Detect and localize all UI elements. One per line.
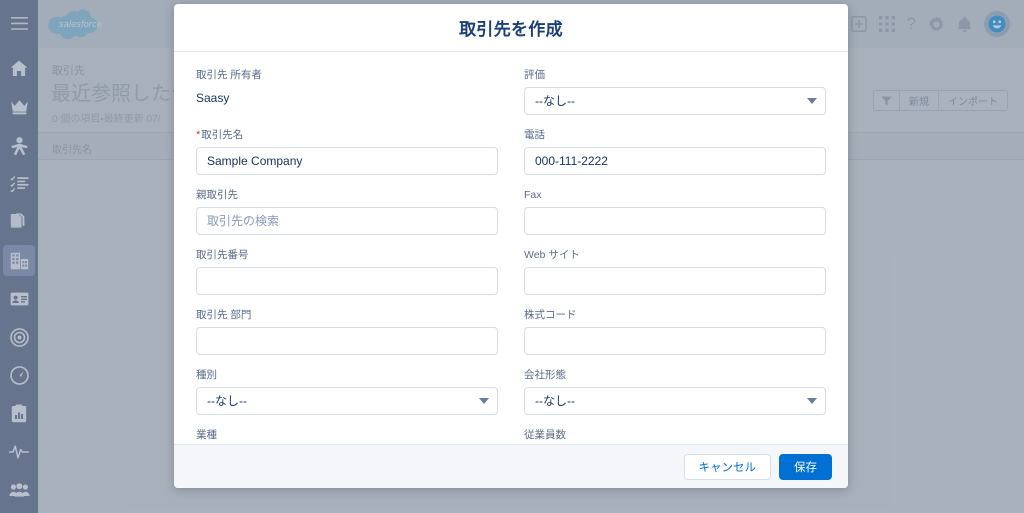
field-account-site: 取引先 部門 <box>196 308 498 355</box>
label-account-site: 取引先 部門 <box>196 309 252 321</box>
label-website: Web サイト <box>524 249 580 261</box>
save-button[interactable]: 保存 <box>779 453 832 480</box>
field-type: 種別 --なし-- <box>196 368 498 415</box>
field-website: Web サイト <box>524 248 826 295</box>
value-account-owner: Saasy <box>196 91 230 105</box>
label-industry: 業種 <box>196 429 217 441</box>
modal-footer: キャンセル 保存 <box>174 444 848 488</box>
parent-account-search-input[interactable] <box>196 207 498 235</box>
label-ownership: 会社形態 <box>524 369 566 381</box>
field-industry: 業種 <box>196 428 498 444</box>
field-account-owner: 取引先 所有者 Saasy <box>196 68 498 115</box>
label-parent-account: 親取引先 <box>196 189 238 201</box>
label-fax: Fax <box>524 189 542 201</box>
field-parent-account: 親取引先 <box>196 188 498 235</box>
salesforce-app-window: salesforce ? 取引先 最近参照したデ 0 個の項目・最終更新 07/… <box>0 0 1024 513</box>
account-form-grid: 取引先 所有者 Saasy 評価 --なし-- *取引先名 電話 <box>196 68 826 444</box>
account-number-input[interactable] <box>196 267 498 295</box>
cancel-button[interactable]: キャンセル <box>683 453 771 480</box>
type-select-wrap: --なし-- <box>196 387 498 415</box>
ownership-select[interactable]: --なし-- <box>524 387 826 415</box>
rating-select[interactable]: --なし-- <box>524 87 826 115</box>
label-type: 種別 <box>196 369 217 381</box>
required-marker: * <box>196 129 201 141</box>
create-account-modal: 取引先を作成 取引先 所有者 Saasy 評価 --なし-- *取引先名 Sam… <box>174 4 848 488</box>
ticker-symbol-input[interactable] <box>524 327 826 355</box>
field-rating: 評価 --なし-- <box>524 68 826 115</box>
phone-input[interactable] <box>524 147 826 175</box>
label-account-number: 取引先番号 <box>196 249 249 261</box>
label-employees: 従業員数 <box>524 429 566 441</box>
account-name-input[interactable] <box>196 147 498 175</box>
modal-title: 取引先を作成 <box>459 20 563 39</box>
rating-select-wrap: --なし-- <box>524 87 826 115</box>
fax-input[interactable] <box>524 207 826 235</box>
type-select[interactable]: --なし-- <box>196 387 498 415</box>
account-site-input[interactable] <box>196 327 498 355</box>
label-ticker-symbol: 株式コード <box>524 309 577 321</box>
label-account-name-text: 取引先名 <box>201 129 244 141</box>
label-account-owner: 取引先 所有者 <box>196 69 262 81</box>
field-account-number: 取引先番号 <box>196 248 498 295</box>
field-employees: 従業員数 <box>524 428 826 444</box>
label-account-name: *取引先名 <box>196 128 498 142</box>
field-ownership: 会社形態 --なし-- <box>524 368 826 415</box>
field-ticker-symbol: 株式コード <box>524 308 826 355</box>
modal-header: 取引先を作成 <box>174 4 848 52</box>
field-account-name: *取引先名 <box>196 128 498 175</box>
label-phone: 電話 <box>524 129 545 141</box>
website-input[interactable] <box>524 267 826 295</box>
field-phone: 電話 <box>524 128 826 175</box>
label-rating: 評価 <box>524 69 545 81</box>
field-fax: Fax <box>524 188 826 235</box>
modal-body: 取引先 所有者 Saasy 評価 --なし-- *取引先名 電話 <box>174 52 848 444</box>
ownership-select-wrap: --なし-- <box>524 387 826 415</box>
